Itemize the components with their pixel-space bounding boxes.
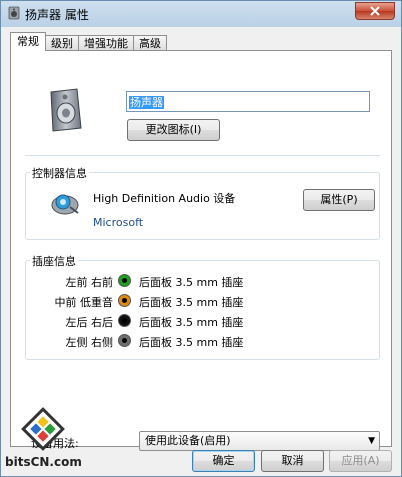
jack-location-text: 后面板 3.5 mm 插座	[139, 296, 244, 309]
apply-button[interactable]: 应用(A)	[329, 450, 392, 472]
tab-general[interactable]: 常规	[10, 32, 46, 51]
device-usage-select[interactable]: 使用此设备(启用) ▼	[139, 431, 380, 451]
audio-device-icon	[51, 194, 79, 215]
jack-info-group: 插座信息 左前 右前 后面板 3.5 mm 插座 中前 低重音 后面板 3.5 …	[25, 253, 381, 360]
device-name-input[interactable]: 扬声器	[126, 91, 370, 112]
jack-color-indicator	[118, 334, 131, 347]
watermark-text: bitsCN.com	[5, 455, 82, 469]
cancel-button[interactable]: 取消	[261, 450, 324, 472]
controller-group-title: 控制器信息	[30, 165, 89, 181]
jack-location-text: 后面板 3.5 mm 插座	[139, 336, 244, 349]
jack-row: 左后 右后 后面板 3.5 mm 插座	[26, 313, 381, 329]
controller-vendor: Microsoft	[93, 216, 144, 229]
controller-info-group: 控制器信息 High Definition Audio 设备 Microsoft…	[25, 165, 380, 240]
properties-button[interactable]: 属性(P)	[303, 189, 375, 211]
jack-channel-label: 左后 右后	[65, 316, 114, 329]
divider	[25, 155, 380, 156]
jack-channel-label: 中前 低重音	[54, 296, 114, 309]
title-bar[interactable]: 扬声器 属性	[1, 1, 401, 26]
jack-row: 中前 低重音 后面板 3.5 mm 插座	[26, 293, 381, 309]
jack-channel-label: 左前 右前	[65, 276, 114, 289]
tab-enhancements[interactable]: 增强功能	[78, 35, 134, 51]
jack-row: 左侧 右侧 后面板 3.5 mm 插座	[26, 333, 381, 349]
ok-button[interactable]: 确定	[192, 450, 255, 472]
jack-row: 左前 右前 后面板 3.5 mm 插座	[26, 273, 381, 289]
window-title: 扬声器 属性	[25, 8, 89, 22]
tab-levels[interactable]: 级别	[45, 35, 79, 51]
close-button[interactable]	[355, 2, 395, 20]
properties-window: 扬声器 属性 常规 级别 增强功能 高级 扬声器 更改图标(I) 控制器信息 H…	[0, 0, 402, 477]
jack-color-indicator	[118, 274, 131, 287]
general-tab-panel: 扬声器 更改图标(I) 控制器信息 High Definition Audio …	[10, 50, 392, 451]
chevron-down-icon: ▼	[368, 436, 375, 446]
jack-color-indicator	[118, 314, 131, 327]
change-icon-button[interactable]: 更改图标(I)	[127, 119, 220, 141]
jack-location-text: 后面板 3.5 mm 插座	[139, 316, 244, 329]
jack-channel-label: 左侧 右侧	[65, 336, 114, 349]
jack-color-indicator	[118, 294, 131, 307]
jack-location-text: 后面板 3.5 mm 插座	[139, 276, 244, 289]
jack-group-title: 插座信息	[30, 253, 78, 269]
speaker-icon	[8, 6, 20, 20]
tab-strip: 常规 级别 增强功能 高级	[10, 32, 167, 51]
controller-device-name: High Definition Audio 设备	[93, 192, 236, 205]
device-usage-value: 使用此设备(启用)	[145, 434, 231, 447]
close-icon	[370, 6, 380, 16]
speaker-device-icon	[50, 88, 82, 132]
tab-advanced[interactable]: 高级	[133, 35, 167, 51]
device-name-value: 扬声器	[129, 96, 164, 109]
